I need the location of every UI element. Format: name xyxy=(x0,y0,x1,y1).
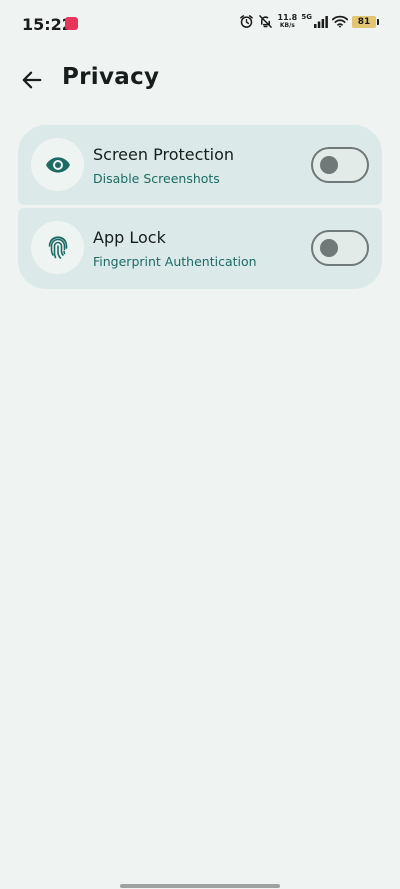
wifi-icon xyxy=(332,15,348,28)
status-bar: 15:22 11.8 KB/s 5G 81 xyxy=(0,0,400,48)
setting-title: App Lock xyxy=(93,228,166,247)
screen-protection-toggle[interactable] xyxy=(311,147,369,183)
setting-title: Screen Protection xyxy=(93,145,235,164)
net-speed-unit: KB/s xyxy=(279,22,295,29)
setting-subtitle: Disable Screenshots xyxy=(93,171,220,186)
toggle-knob xyxy=(320,239,338,257)
fingerprint-icon xyxy=(48,235,67,259)
notifications-off-icon xyxy=(259,15,273,28)
net-speed-value: 11.8 xyxy=(277,13,298,22)
icon-container xyxy=(31,221,84,274)
app-lock-toggle[interactable] xyxy=(311,230,369,266)
setting-subtitle: Fingerprint Authentication xyxy=(93,254,257,269)
status-icons: 11.8 KB/s 5G 81 xyxy=(239,12,379,30)
eye-icon xyxy=(45,156,70,173)
signal-icon xyxy=(314,15,328,28)
network-type: 5G xyxy=(301,12,312,21)
setting-app-lock[interactable]: App Lock Fingerprint Authentication xyxy=(18,208,382,289)
settings-list: Screen Protection Disable Screenshots Ap… xyxy=(18,125,382,292)
app-bar: Privacy xyxy=(0,58,400,102)
battery-level: 81 xyxy=(357,16,371,27)
notification-app-icon xyxy=(65,17,78,30)
toggle-knob xyxy=(320,156,338,174)
back-button[interactable] xyxy=(14,62,50,98)
icon-container xyxy=(31,138,84,191)
home-indicator[interactable] xyxy=(120,884,280,888)
battery-icon: 81 xyxy=(352,15,379,28)
setting-screen-protection[interactable]: Screen Protection Disable Screenshots xyxy=(18,125,382,205)
net-speed: 11.8 KB/s xyxy=(277,13,298,30)
alarm-icon xyxy=(240,15,254,28)
arrow-back-icon xyxy=(22,71,42,89)
page-title: Privacy xyxy=(62,64,160,90)
